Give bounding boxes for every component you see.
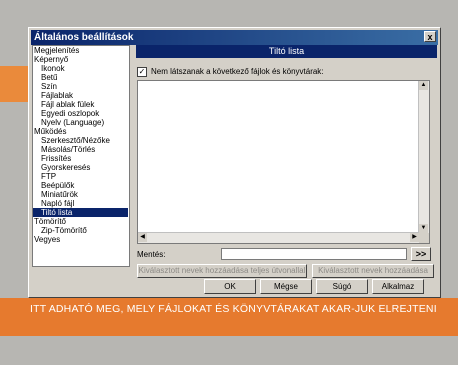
tree-item[interactable]: Miniatűrök — [33, 190, 129, 199]
cancel-button[interactable]: Mégse — [260, 279, 312, 294]
tree-item[interactable]: Másolás/Törlés — [33, 145, 129, 154]
tree-item[interactable]: Vegyes — [33, 235, 129, 244]
scroll-left-icon[interactable]: ◀ — [138, 233, 147, 242]
tree-item[interactable]: Fájl ablak fülek — [33, 100, 129, 109]
tree-item[interactable]: Zip-Tömörítő — [33, 226, 129, 235]
ok-button[interactable]: OK — [204, 279, 256, 294]
tree-item[interactable]: Működés — [33, 127, 129, 136]
scroll-up-icon[interactable]: ▲ — [419, 81, 428, 90]
tree-item[interactable]: Tiltó lista — [33, 208, 128, 217]
tree-item[interactable]: FTP — [33, 172, 129, 181]
horizontal-scrollbar[interactable]: ◀ ▶ — [138, 232, 419, 243]
vertical-scrollbar[interactable]: ▲ ▼ — [418, 81, 429, 233]
scrollbar-corner — [419, 233, 429, 243]
hide-files-option[interactable]: ✓ Nem látszanak a következő fájlok és kö… — [137, 67, 324, 77]
tree-item[interactable]: Betű — [33, 73, 129, 82]
hide-files-checkbox[interactable]: ✓ — [137, 67, 147, 77]
close-icon: x — [427, 32, 433, 42]
tree-item[interactable]: Nyelv (Language) — [33, 118, 129, 127]
tree-item[interactable]: Megjelenítés — [33, 46, 129, 55]
apply-button[interactable]: Alkalmaz — [372, 279, 424, 294]
tree-item[interactable]: Gyorskeresés — [33, 163, 129, 172]
tree-item[interactable]: Képernyő — [33, 55, 129, 64]
title-bar[interactable]: Általános beállítások x — [31, 30, 438, 45]
hide-files-label: Nem látszanak a következő fájlok és köny… — [151, 67, 324, 76]
settings-tree[interactable]: Megjelenítés Képernyő Ikonok Betű Szín Fájlab… — [32, 45, 130, 267]
tree-item[interactable]: Tömörítő — [33, 217, 129, 226]
close-button[interactable]: x — [424, 31, 436, 42]
tree-item[interactable]: Fájlablak — [33, 91, 129, 100]
browse-button[interactable]: >> — [411, 247, 431, 261]
add-names-button[interactable]: Kiválasztott nevek hozzáadása — [312, 264, 434, 278]
tree-item[interactable]: Napló fájl — [33, 199, 129, 208]
window-title: Általános beállítások — [34, 32, 134, 43]
scroll-down-icon[interactable]: ▼ — [419, 224, 428, 233]
tree-item[interactable]: Szerkesztő/Nézőke — [33, 136, 129, 145]
mentes-label: Mentés: — [137, 250, 166, 259]
mentes-input[interactable] — [221, 248, 407, 260]
help-button[interactable]: Súgó — [316, 279, 368, 294]
tree-item[interactable]: Beépülők — [33, 181, 129, 190]
scroll-right-icon[interactable]: ▶ — [410, 233, 419, 242]
caption-text: ITT ADHATÓ MEG, MELY FÁJLOKAT ÉS KÖNYVTÁ… — [30, 303, 437, 315]
panel-header: Tiltó lista — [136, 45, 437, 58]
tree-item[interactable]: Egyedi oszlopok — [33, 109, 129, 118]
tree-item[interactable]: Frissítés — [33, 154, 129, 163]
tree-item[interactable]: Ikonok — [33, 64, 129, 73]
orange-accent-bar — [0, 66, 30, 102]
tree-item[interactable]: Szín — [33, 82, 129, 91]
blocked-list[interactable]: ▲ ▼ ◀ ▶ — [137, 80, 430, 244]
add-full-path-button[interactable]: Kiválasztott nevek hozzáadása teljes útv… — [137, 264, 307, 278]
